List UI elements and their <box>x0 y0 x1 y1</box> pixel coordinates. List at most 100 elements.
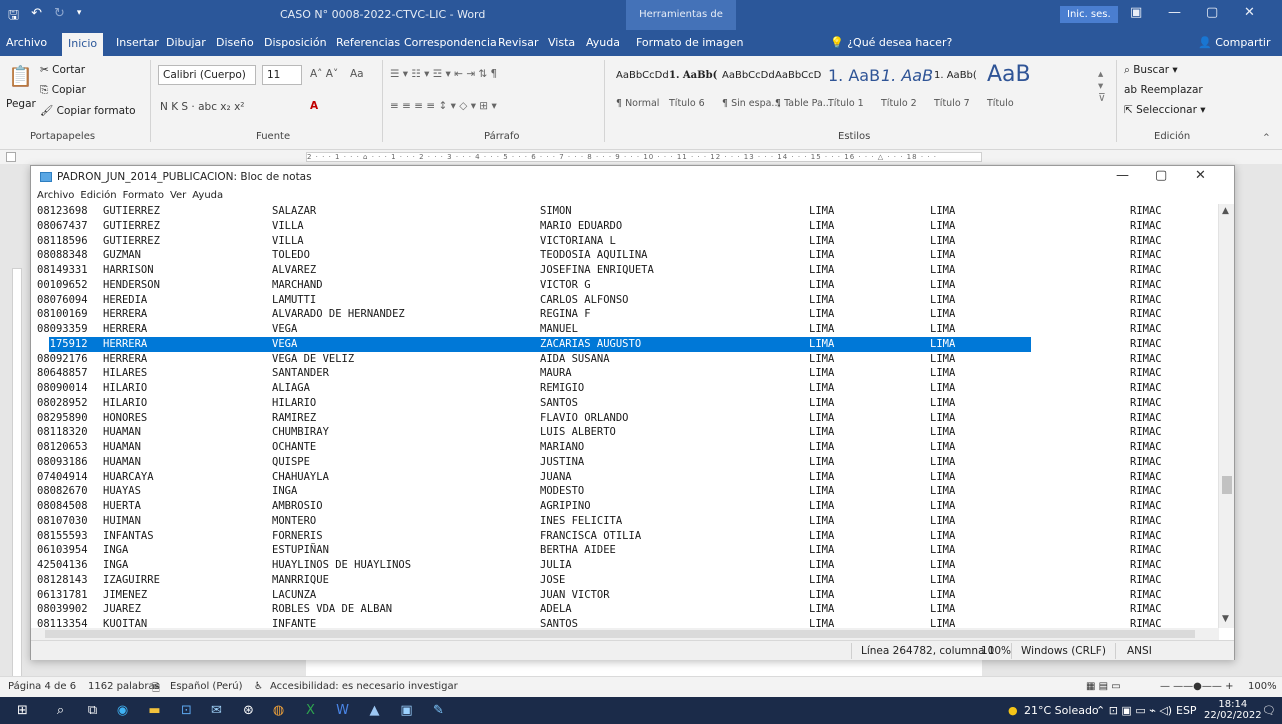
text-line[interactable]: 08084508 HUERTA AMBROSIO AGRIPINO LIMA LIMA RI… <box>35 499 1215 514</box>
chrome-icon[interactable]: ◍ <box>270 702 287 719</box>
edge-icon[interactable]: ◉ <box>114 702 131 719</box>
save-icon[interactable]: 🖫 <box>8 6 19 28</box>
tab-vista[interactable]: Vista <box>548 30 575 56</box>
align-buttons-icon[interactable]: ≡ ≡ ≡ ≡ ↕ ▾ ◇ ▾ ⊞ ▾ <box>390 100 497 112</box>
selected-text-line[interactable]: 80175912 HERRERA VEGA ZACARIAS AUGUSTO LIMA L… <box>35 336 1215 352</box>
font-style-buttons[interactable]: N K S · abc x₂ x² <box>160 101 245 113</box>
format-painter-button[interactable]: 🖌 Copiar formato <box>40 104 136 117</box>
text-line[interactable]: 08149331 HARRISON ALVAREZ JOSEFINA ENRIQUET… <box>35 263 1215 278</box>
grow-font-icon[interactable]: A˄ A˅ <box>310 68 338 80</box>
text-line[interactable]: 08067437 GUTIERREZ VILLA MARIO EDUARDO LIMA L… <box>35 219 1215 234</box>
sign-in-button[interactable]: Inic. ses. <box>1060 6 1118 23</box>
tell-me-search[interactable]: 💡 ¿Qué desea hacer? <box>830 30 952 56</box>
text-line[interactable]: 00109652 HENDERSON MARCHAND VICTOR G LIMA LIM… <box>35 278 1215 293</box>
notepad-close-icon[interactable]: ✕ <box>1195 168 1206 183</box>
view-icons[interactable]: ▦ ▤ ▭ <box>1086 681 1121 692</box>
styles-more-icon[interactable]: ▴ ▾ ⊽ <box>1098 68 1106 104</box>
redo-icon[interactable]: ↻ <box>54 6 65 28</box>
task-view-icon[interactable]: ⧉ <box>84 702 101 719</box>
text-line[interactable]: 08155593 INFANTAS FORNERIS FRANCISCA OTILIA… <box>35 529 1215 544</box>
share-button[interactable]: 👤 Compartir <box>1198 30 1270 56</box>
style-titulo-2[interactable]: 1. AaB Título 2 <box>877 64 933 116</box>
text-line[interactable]: 08100169 HERRERA ALVARADO DE HERNANDEZ REGI… <box>35 307 1215 322</box>
mail-icon[interactable]: ✉ <box>208 702 225 719</box>
tab-dibujar[interactable]: Dibujar <box>166 30 206 56</box>
text-line[interactable]: 08118596 GUTIERREZ VILLA VICTORIANA L LIMA LI… <box>35 234 1215 249</box>
text-line[interactable]: 08076094 HEREDIA LAMUTTI CARLOS ALFONSO LIMA… <box>35 293 1215 308</box>
style-titulo-1[interactable]: 1. AaB Título 1 <box>824 64 880 116</box>
text-line[interactable]: 08295890 HONORES RAMIREZ FLAVIO ORLANDO LIMA… <box>35 411 1215 426</box>
tab-diseno[interactable]: Diseño <box>216 30 254 56</box>
style-sin-espaciado[interactable]: AaBbCcDd ¶ Sin espa... <box>718 64 780 116</box>
text-line[interactable]: 08092176 HERRERA VEGA DE VELIZ AIDA SUSANA L… <box>35 352 1215 367</box>
menu-ayuda[interactable]: Ayuda <box>192 190 223 201</box>
style-titulo-6[interactable]: 1. AaBb(Título 6 <box>665 64 718 116</box>
text-line[interactable]: 08090014 HILARIO ALIAGA REMIGIO LIMA LIMA RIMA… <box>35 381 1215 396</box>
notifications-icon[interactable]: 🗨 <box>1262 704 1276 717</box>
select-button[interactable]: ⇱ Seleccionar ▾ <box>1124 104 1206 116</box>
clock[interactable]: 18:14 22/02/2022 <box>1204 699 1262 721</box>
notepad-text-area[interactable]: 08123698 GUTIERREZ SALAZAR SIMON LIMA LIMA RIM… <box>35 204 1215 628</box>
collapse-ribbon-icon[interactable]: ⌃ <box>1262 132 1271 144</box>
tray-icons[interactable]: ⌃ ⊡ ▣ ▭ ⌁ ◁) <box>1096 704 1172 717</box>
text-line[interactable]: 08093359 HERRERA VEGA MANUEL LIMA LIMA RIMAC <box>35 322 1215 337</box>
notepad-maximize-icon[interactable]: ▢ <box>1155 168 1167 183</box>
customize-toolbar-icon[interactable]: ▾ <box>77 8 82 28</box>
undo-icon[interactable]: ↶ <box>31 6 42 28</box>
word-count[interactable]: 1162 palabras <box>88 681 160 692</box>
notepad-minimize-icon[interactable]: — <box>1116 168 1129 183</box>
file-explorer-icon[interactable]: ▬ <box>146 702 163 719</box>
maximize-icon[interactable]: ▢ <box>1206 5 1218 20</box>
input-language[interactable]: ESP <box>1176 704 1197 717</box>
close-icon[interactable]: ✕ <box>1244 5 1255 20</box>
ribbon-display-icon[interactable]: ▣ <box>1130 5 1142 20</box>
tab-correspondencia[interactable]: Correspondencia <box>404 30 497 56</box>
style-titulo-7[interactable]: 1. AaBb(Título 7 <box>930 64 983 116</box>
style-table-paragraph[interactable]: AaBbCcD ¶ Table Pa... <box>771 64 832 116</box>
text-line[interactable]: 08088348 GUZMAN TOLEDO TEODOSIA AQUILINA LIM… <box>35 248 1215 263</box>
zoom-slider[interactable]: — ——●—— + <box>1160 681 1233 692</box>
scroll-down-icon[interactable]: ▼ <box>1222 614 1229 624</box>
tab-ayuda[interactable]: Ayuda <box>586 30 620 56</box>
menu-archivo[interactable]: Archivo <box>37 190 74 201</box>
store-icon[interactable]: ⊡ <box>178 702 195 719</box>
start-icon[interactable]: ⊞ <box>14 702 31 719</box>
text-line[interactable]: 07404914 HUARCAYA CHAHUAYLA JUANA LIMA LIMA RI… <box>35 470 1215 485</box>
page-count[interactable]: Página 4 de 6 <box>8 681 76 692</box>
minimize-icon[interactable]: — <box>1168 5 1181 20</box>
text-line[interactable]: 08128143 IZAGUIRRE MANRRIQUE JOSE LIMA LIMA RI… <box>35 573 1215 588</box>
menu-ver[interactable]: Ver <box>170 190 186 201</box>
tab-archivo[interactable]: Archivo <box>6 30 47 56</box>
text-line[interactable]: 42504136 INGA HUAYLINOS DE HUAYLINOS JULIA L… <box>35 558 1215 573</box>
hscroll-thumb[interactable] <box>45 630 1195 638</box>
font-name-select[interactable]: Calibri (Cuerpo) <box>158 65 256 85</box>
tab-revisar[interactable]: Revisar <box>498 30 538 56</box>
font-size-select[interactable]: 11 <box>262 65 302 85</box>
notepad-vertical-scrollbar[interactable]: ▲ ▼ <box>1218 204 1234 628</box>
list-buttons-icon[interactable]: ☰ ▾ ☷ ▾ ☲ ▾ ⇤ ⇥ ⇅ ¶ <box>390 68 497 80</box>
photos-icon[interactable]: ▲ <box>366 702 383 719</box>
tab-insertar[interactable]: Insertar <box>116 30 159 56</box>
excel-icon[interactable]: X <box>302 702 319 719</box>
paste-icon[interactable]: 📋 <box>8 64 33 88</box>
text-line[interactable]: 08120653 HUAMAN OCHANTE MARIANO LIMA LIMA RIMA… <box>35 440 1215 455</box>
accessibility-status[interactable]: Accesibilidad: es necesario investigar <box>270 681 458 692</box>
app-icon[interactable]: ⊛ <box>240 702 257 719</box>
menu-formato[interactable]: Formato <box>123 190 164 201</box>
language[interactable]: Español (Perú) <box>170 681 243 692</box>
weather-text[interactable]: 21°C Soleado <box>1024 704 1099 717</box>
scroll-thumb[interactable] <box>1222 476 1232 494</box>
font-color-icon[interactable]: A <box>310 100 318 112</box>
word-icon[interactable]: W <box>334 702 351 719</box>
copy-button[interactable]: ⎘ Copiar <box>40 84 86 97</box>
text-line[interactable]: 08107030 HUIMAN MONTERO INES FELICITA LIMA LI… <box>35 514 1215 529</box>
paste-button[interactable]: Pegar <box>6 98 36 110</box>
app-icon[interactable]: ▣ <box>398 702 415 719</box>
text-line[interactable]: 06103954 INGA ESTUPIÑAN BERTHA AIDEE LIMA LIM… <box>35 543 1215 558</box>
cut-button[interactable]: ✂ Cortar <box>40 64 85 76</box>
tab-inicio[interactable]: Inicio <box>62 33 104 56</box>
style-normal[interactable]: AaBbCcDd ¶ Normal <box>612 64 669 116</box>
text-line[interactable]: 08118320 HUAMAN CHUMBIRAY LUIS ALBERTO LIMA L… <box>35 425 1215 440</box>
search-icon[interactable]: ⌕ <box>52 702 69 719</box>
text-line[interactable]: 08123698 GUTIERREZ SALAZAR SIMON LIMA LIMA RIM… <box>35 204 1215 219</box>
